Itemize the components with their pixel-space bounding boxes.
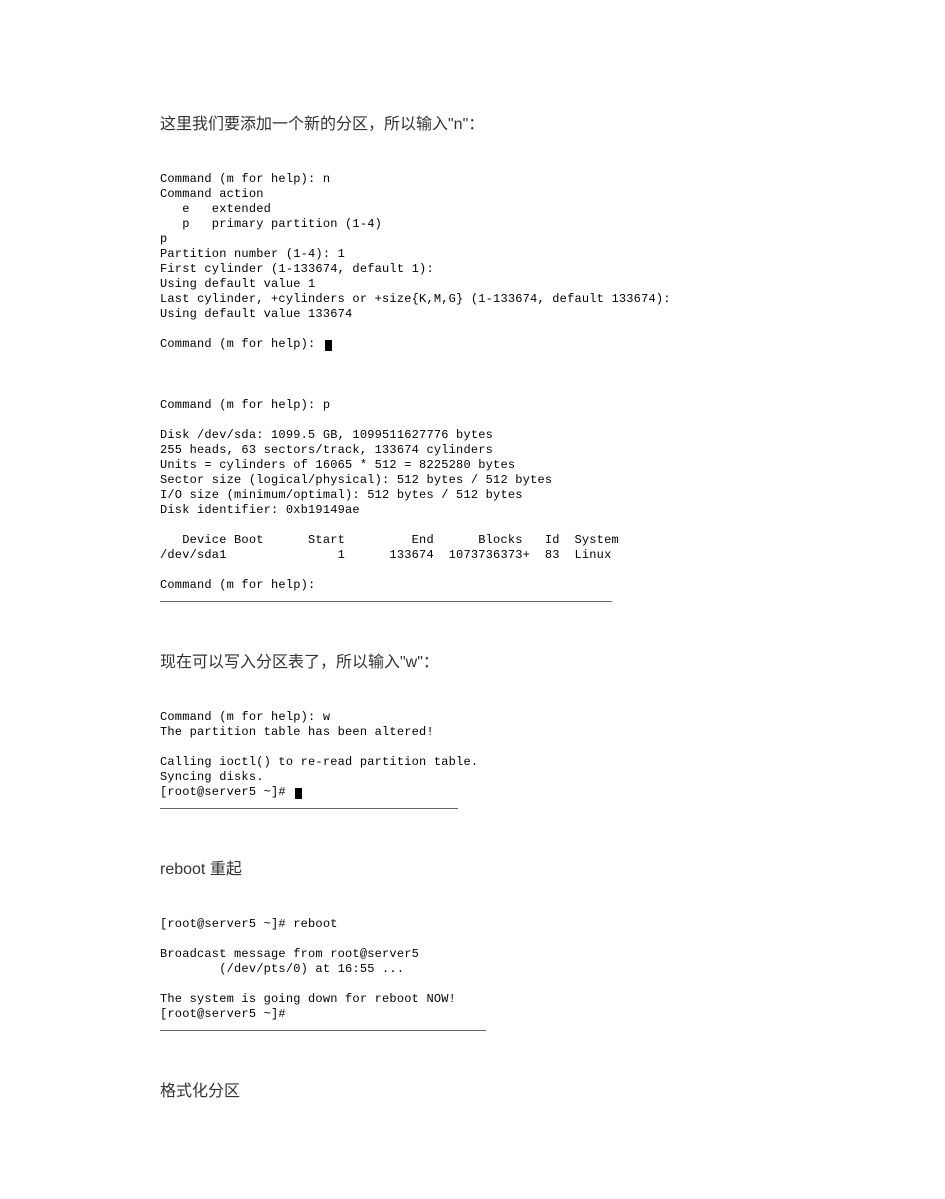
document-page: 这里我们要添加一个新的分区，所以输入"n"： Command (m for he…: [0, 0, 945, 1199]
heading-reboot: reboot 重起: [160, 855, 785, 879]
cursor-icon: [295, 788, 302, 799]
heading-new-partition: 这里我们要添加一个新的分区，所以输入"n"：: [160, 110, 785, 134]
terminal-block-4: [root@server5 ~]# reboot Broadcast messa…: [160, 917, 785, 1031]
heading-write-table: 现在可以写入分区表了，所以输入"w"：: [160, 648, 785, 672]
divider-rule: [160, 808, 458, 809]
terminal-output-n: Command (m for help): n Command action e…: [160, 172, 658, 352]
terminal-block-2: Command (m for help): p Disk /dev/sda: 1…: [160, 398, 785, 602]
terminal-text-1: Command (m for help): n Command action e…: [160, 172, 671, 351]
terminal-output-w: Command (m for help): w The partition ta…: [160, 710, 458, 800]
cursor-icon: [325, 340, 332, 351]
terminal-output-reboot: [root@server5 ~]# reboot Broadcast messa…: [160, 917, 486, 1022]
heading-format-partition: 格式化分区: [160, 1077, 785, 1101]
terminal-output-p: Command (m for help): p Disk /dev/sda: 1…: [160, 398, 612, 593]
divider-rule: [160, 1030, 486, 1031]
terminal-text-3: Command (m for help): w The partition ta…: [160, 710, 478, 799]
divider-rule: [160, 601, 612, 602]
terminal-block-3: Command (m for help): w The partition ta…: [160, 710, 785, 809]
terminal-block-1: Command (m for help): n Command action e…: [160, 172, 785, 352]
